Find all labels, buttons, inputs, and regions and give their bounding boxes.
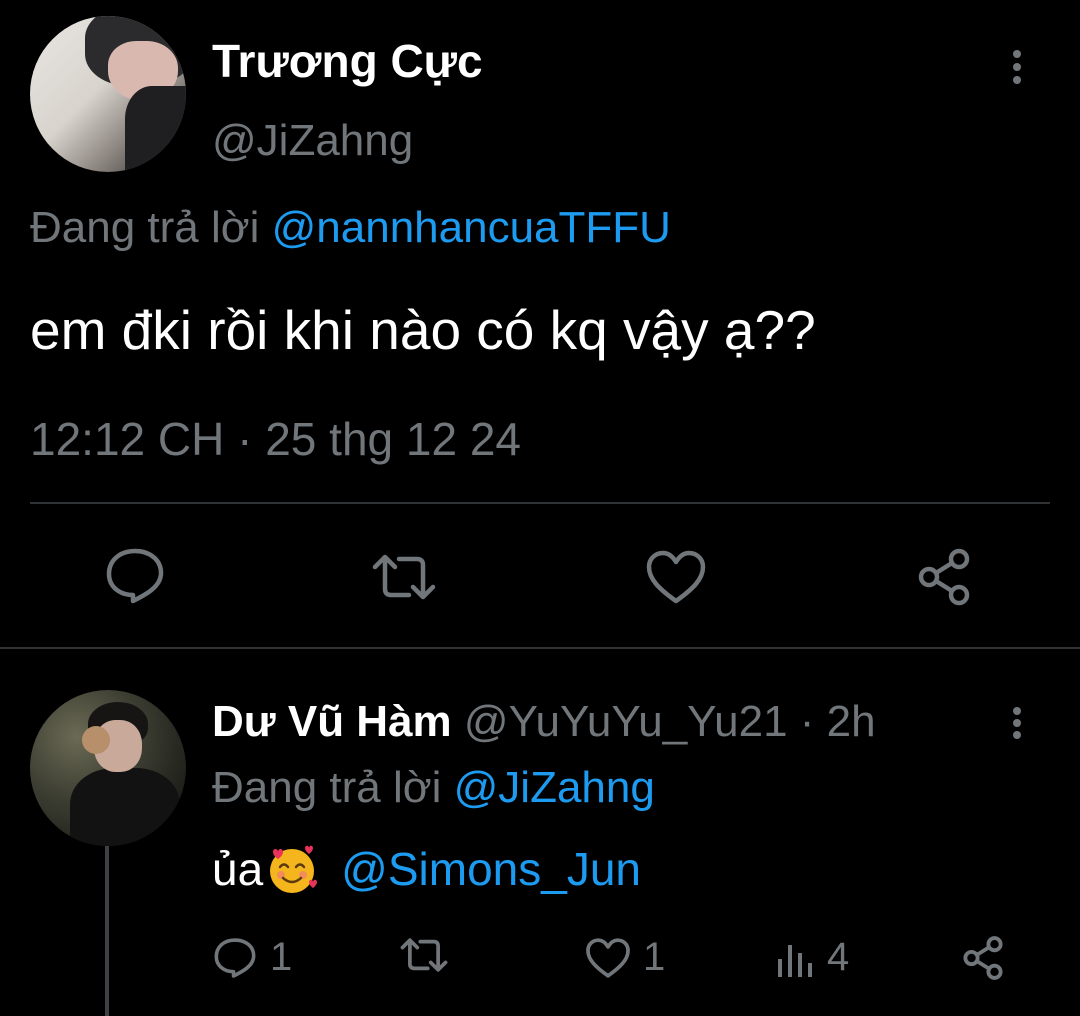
- replying-to-label: Đang trả lời: [30, 203, 272, 252]
- more-options-icon[interactable]: [1009, 707, 1025, 739]
- share-icon[interactable]: [914, 547, 974, 612]
- mention-link[interactable]: @Simons_Jun: [341, 842, 641, 896]
- tweet-text: em đki rồi khi nào có kq vậy ạ??: [30, 299, 816, 361]
- avatar[interactable]: [30, 16, 186, 172]
- smiling-face-with-hearts-icon: [265, 842, 319, 896]
- reply-count: 1: [270, 935, 293, 979]
- views-icon: [778, 944, 812, 977]
- reply-header: Dư Vũ Hàm @YuYuYu_Yu21 · 2h: [212, 697, 876, 747]
- user-handle[interactable]: @JiZahng: [212, 116, 413, 166]
- main-tweet: Trương Cực @JiZahng Đang trả lời @nannha…: [0, 0, 1080, 648]
- retweet-icon[interactable]: [369, 551, 439, 608]
- avatar[interactable]: [30, 690, 186, 846]
- replying-to: Đang trả lời @JiZahng: [212, 763, 655, 813]
- comment-icon[interactable]: [103, 547, 167, 610]
- display-name[interactable]: Trương Cực: [212, 34, 483, 88]
- display-name[interactable]: Dư Vũ Hàm: [212, 697, 452, 746]
- views-button[interactable]: 4: [775, 935, 849, 980]
- like-count: 1: [643, 935, 666, 979]
- comment-icon: [214, 937, 256, 978]
- tweet-timestamp[interactable]: 12:12 CH · 25 thg 12 24: [30, 412, 521, 466]
- heart-icon[interactable]: [645, 549, 707, 610]
- tweet-text: ủa @Simons_Jun: [212, 842, 641, 896]
- divider: [0, 647, 1080, 649]
- heart-icon: [586, 937, 630, 978]
- reply-button[interactable]: 1: [212, 935, 292, 980]
- replying-to-mention-link[interactable]: @JiZahng: [454, 763, 655, 812]
- replying-to-label: Đang trả lời: [212, 763, 454, 812]
- retweet-icon: [400, 938, 448, 972]
- retweet-button[interactable]: [398, 935, 450, 975]
- like-button[interactable]: 1: [585, 935, 665, 980]
- view-count: 4: [827, 935, 850, 979]
- thread-line: [105, 846, 109, 1016]
- more-options-icon[interactable]: [1009, 50, 1025, 84]
- share-button[interactable]: [960, 935, 1006, 981]
- divider: [30, 502, 1050, 504]
- user-handle-and-time[interactable]: @YuYuYu_Yu21 · 2h: [464, 697, 876, 746]
- replying-to-mention-link[interactable]: @nannhancuaTFFU: [272, 203, 671, 252]
- replying-to: Đang trả lời @nannhancuaTFFU: [30, 203, 671, 253]
- share-icon: [963, 936, 1003, 980]
- reply-text: ủa: [212, 843, 264, 895]
